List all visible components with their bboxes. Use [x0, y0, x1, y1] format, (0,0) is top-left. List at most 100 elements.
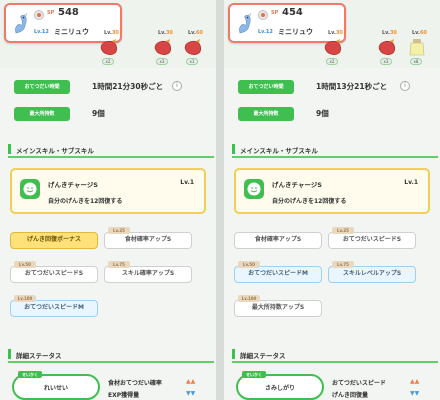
detail-section-header: 詳細ステータス	[8, 349, 214, 363]
max-carry-row: 最大所持数 9個	[238, 107, 438, 123]
down-arrow-icon: ▼▼	[410, 390, 420, 397]
nature-name: れいせい	[43, 385, 68, 392]
evolution-level-prefix: Lv.	[382, 30, 390, 36]
max-carry-value: 9個	[92, 109, 105, 118]
section-underline	[232, 361, 438, 363]
subskill-button[interactable]: おてつだいスピードS	[10, 266, 98, 283]
main-skill-card[interactable]: げんきチャージS Lv.1 自分のげんきを12回復する	[10, 168, 206, 214]
evolution-level: Lv.30	[382, 30, 397, 36]
info-icon[interactable]: i	[400, 81, 410, 91]
dratini-icon	[239, 12, 252, 34]
detail-section-title: 詳細ステータス	[16, 352, 62, 360]
subskill-unlock-level: Lv.75	[108, 261, 130, 268]
smile-icon	[247, 182, 261, 196]
subskill-button[interactable]: 食材確率アップS	[234, 232, 322, 249]
help-time-value: 1時間13分21秒ごと	[316, 82, 388, 91]
pokeball-icon	[34, 10, 44, 20]
ingredient-count: x8	[410, 58, 422, 65]
stat-effect-row: おてつだいスピード	[332, 380, 386, 387]
evolution-item: Lv.30 x2	[320, 30, 348, 66]
ingredient-count: x3	[380, 58, 392, 65]
skills-section-header: メインスキル・サブスキル	[232, 144, 438, 158]
pokemon-panel-right: SP 454 Lv.12 ミニリュウ Lv.30 x2 Lv.30 x3 Lv.60 x8 おてつだ…	[224, 0, 440, 400]
max-carry-label: 最大所持数	[14, 107, 70, 121]
help-time-label: おてつだい時間	[14, 80, 70, 94]
skills-section-header: メインスキル・サブスキル	[8, 144, 214, 158]
sp-value: 548	[58, 7, 79, 18]
nature-tag: せいかく	[18, 371, 42, 378]
max-carry-label: 最大所持数	[238, 107, 294, 121]
smile-icon	[23, 182, 37, 196]
ingredient-icon	[154, 39, 172, 55]
evolution-level: Lv.30	[104, 30, 119, 36]
help-time-row: おてつだい時間 1時間21分30秒ごと i	[14, 80, 214, 96]
smile-icon	[20, 179, 40, 199]
subskill-unlock-level: Lv.100	[14, 295, 36, 302]
stat-effect-row: 食材おてつだい確率	[108, 380, 162, 387]
ingredient-icon	[376, 38, 398, 56]
subskill-button[interactable]: 最大所持数アップS	[234, 300, 322, 317]
subskill-unlock-level: Lv.100	[238, 295, 260, 302]
ingredient-count: x2	[326, 58, 338, 65]
header-strip: SP 454 Lv.12 ミニリュウ Lv.30 x2 Lv.30 x3 Lv.60 x8	[224, 0, 440, 68]
subskill-button[interactable]: スキルレベルアップS	[328, 266, 416, 283]
main-skill-card[interactable]: げんきチャージS Lv.1 自分のげんきを12回復する	[234, 168, 430, 214]
up-arrow-icon: ▲▲	[410, 378, 420, 385]
nature-name: さみしがり	[264, 385, 295, 392]
subskill-button[interactable]: スキル確率アップS	[104, 266, 192, 283]
help-time-value: 1時間21分30秒ごと	[92, 82, 164, 91]
pokemon-name: ミニリュウ	[54, 28, 89, 36]
evolution-level-number: 60	[195, 30, 203, 36]
pokemon-level: Lv.12	[258, 29, 273, 35]
section-bar	[232, 144, 235, 154]
down-arrow-icon: ▼▼	[186, 390, 196, 397]
ingredient-icon	[406, 38, 428, 56]
help-time-label: おてつだい時間	[238, 80, 294, 94]
evolution-item: Lv.30 x3	[150, 30, 178, 66]
ingredient-icon	[324, 39, 342, 55]
section-bar	[8, 349, 11, 359]
main-skill-description: 自分のげんきを12回復する	[272, 198, 347, 205]
ingredient-count: x2	[102, 58, 114, 65]
sp-value: 454	[282, 7, 303, 18]
main-skill-name: げんきチャージS	[48, 181, 98, 189]
sp-label: SP	[271, 10, 279, 16]
evolution-level: Lv.60	[412, 30, 427, 36]
evolution-level-prefix: Lv.	[412, 30, 420, 36]
evolution-level: Lv.60	[188, 30, 203, 36]
nature-badge[interactable]: せいかく れいせい	[12, 371, 100, 400]
ingredient-icon	[322, 38, 344, 56]
subskill-button[interactable]: げんき回復ボーナス	[10, 232, 98, 249]
main-skill-description: 自分のげんきを12回復する	[48, 198, 123, 205]
evolution-level: Lv.30	[328, 30, 343, 36]
subskill-unlock-level: Lv.50	[14, 261, 36, 268]
evolution-level-prefix: Lv.	[328, 30, 336, 36]
subskill-button[interactable]: おてつだいスピードM	[234, 266, 322, 283]
section-bar	[232, 349, 235, 359]
ingredient-icon	[378, 39, 396, 55]
subskill-button[interactable]: おてつだいスピードM	[10, 300, 98, 317]
evolution-level-number: 30	[389, 30, 397, 36]
evolution-level-number: 60	[419, 30, 427, 36]
subskill-button[interactable]: 食材確率アップS	[104, 232, 192, 249]
pokemon-panel-left: SP 548 Lv.12 ミニリュウ Lv.30 x2 Lv.30 x3 Lv.60 x1 おてつだ…	[0, 0, 216, 400]
header-strip: SP 548 Lv.12 ミニリュウ Lv.30 x2 Lv.30 x3 Lv.60 x1	[0, 0, 216, 68]
evolution-item: Lv.30 x3	[374, 30, 402, 66]
subskill-button[interactable]: おてつだいスピードS	[328, 232, 416, 249]
stat-effect-row: EXP獲得量	[108, 392, 140, 399]
evolution-item: Lv.30 x2	[96, 30, 124, 66]
max-carry-row: 最大所持数 9個	[14, 107, 214, 123]
main-skill-name: げんきチャージS	[272, 181, 322, 189]
ingredient-icon	[98, 38, 120, 56]
ingredient-icon	[152, 38, 174, 56]
evolution-level-number: 30	[335, 30, 343, 36]
subskill-unlock-level: Lv.75	[332, 261, 354, 268]
pokemon-level: Lv.12	[34, 29, 49, 35]
info-icon[interactable]: i	[172, 81, 182, 91]
subskill-unlock-level: Lv.25	[332, 227, 354, 234]
section-underline	[232, 156, 438, 158]
evolution-level-prefix: Lv.	[188, 30, 196, 36]
nature-badge[interactable]: せいかく さみしがり	[236, 371, 324, 400]
main-skill-level: Lv.1	[180, 179, 194, 186]
help-time-row: おてつだい時間 1時間13分21秒ごと i	[238, 80, 438, 96]
